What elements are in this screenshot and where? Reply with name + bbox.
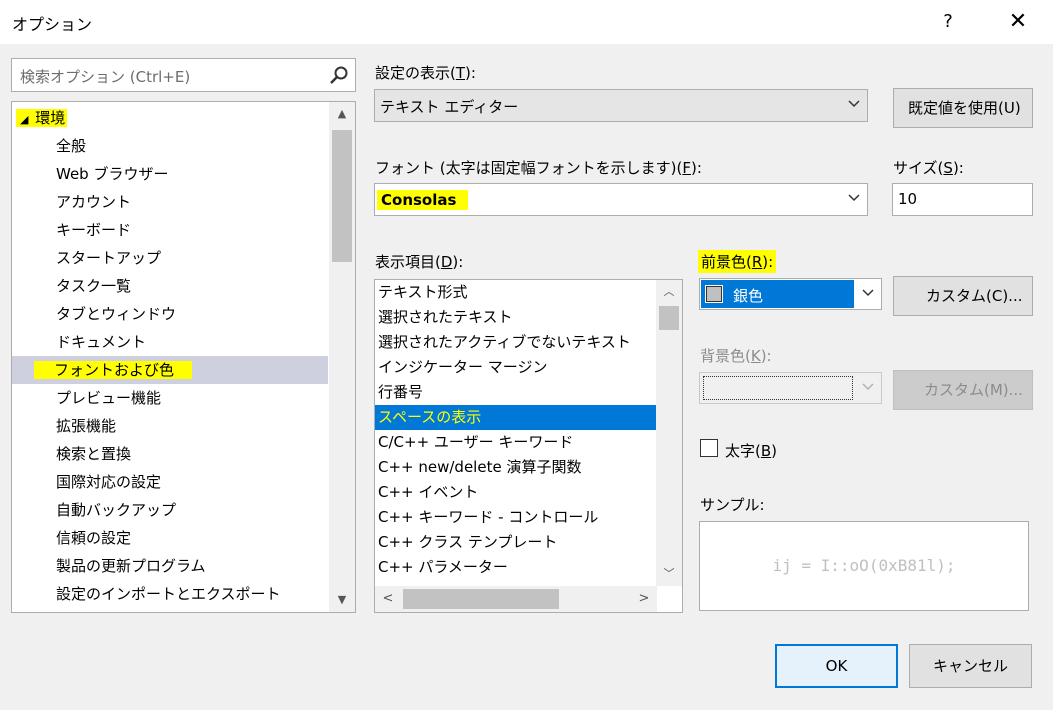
list-item[interactable]: C++ new/delete 演算子関数	[375, 455, 657, 480]
size-dropdown[interactable]: 10	[892, 183, 1033, 216]
tree-item[interactable]: 設定のインポートとエクスポート	[54, 580, 355, 608]
help-button[interactable]: ?	[936, 8, 960, 36]
foreground-color-dropdown[interactable]: 銀色	[699, 278, 882, 310]
display-items-label: 表示項目(D):	[375, 253, 464, 271]
chevron-down-icon	[862, 289, 874, 297]
scrollbar-thumb[interactable]	[659, 306, 679, 330]
list-item[interactable]: C++ クラス テンプレート	[375, 530, 657, 555]
font-label: フォント (太字は固定幅フォントを示します)(F):	[375, 159, 702, 177]
settings-for-value: テキスト エディター	[380, 98, 519, 116]
scroll-down-arrow-icon[interactable]: ﹀	[656, 562, 682, 586]
size-value: 10	[898, 190, 918, 208]
tree-item[interactable]: 全般	[54, 132, 355, 160]
close-button[interactable]: ✕	[1004, 8, 1032, 36]
foreground-label: 前景色(R):	[698, 250, 777, 273]
scroll-left-arrow-icon[interactable]: <	[375, 586, 401, 612]
cancel-button[interactable]: キャンセル	[909, 644, 1032, 688]
ok-button[interactable]: OK	[775, 644, 898, 688]
window-title: オプション	[12, 15, 93, 34]
scroll-up-arrow-icon[interactable]: ▲	[329, 102, 355, 126]
scrollbar-thumb[interactable]	[403, 589, 559, 609]
background-custom-button[interactable]: カスタム(M)...	[893, 370, 1033, 410]
sample-text: ij = I::oO(0xB81l);	[772, 556, 956, 575]
tree-item[interactable]: 国際対応の設定	[54, 468, 355, 496]
list-item[interactable]: 選択されたテキスト	[375, 305, 657, 330]
scrollbar-thumb[interactable]	[332, 130, 352, 262]
font-dropdown[interactable]: Consolas	[374, 183, 868, 216]
scroll-down-arrow-icon[interactable]: ▼	[329, 588, 355, 612]
title-bar: オプション ? ✕	[0, 0, 1053, 44]
search-placeholder: 検索オプション (Ctrl+E)	[20, 68, 191, 86]
list-vertical-scrollbar[interactable]: ︿ ﹀	[656, 280, 682, 586]
settings-for-dropdown[interactable]: テキスト エディター	[374, 89, 868, 122]
tree-item[interactable]: キーボード	[54, 216, 355, 244]
font-value: Consolas	[377, 190, 469, 210]
tree-item[interactable]: アカウント	[54, 188, 355, 216]
tree-item[interactable]: 信頼の設定	[54, 524, 355, 552]
display-items-list[interactable]: テキスト形式 選択されたテキスト 選択されたアクティブでないテキスト インジケー…	[374, 279, 683, 613]
tree-item[interactable]: 自動バックアップ	[54, 496, 355, 524]
use-defaults-button[interactable]: 既定値を使用(U)	[893, 88, 1033, 128]
bold-label: 太字(B)	[725, 442, 778, 460]
search-input[interactable]: 検索オプション (Ctrl+E)	[11, 58, 356, 92]
scroll-right-arrow-icon[interactable]: >	[631, 586, 657, 612]
list-item[interactable]: C/C++ ユーザー キーワード	[375, 430, 657, 455]
tree-scrollbar[interactable]: ▲ ▼	[329, 102, 355, 612]
chevron-down-icon	[862, 383, 874, 391]
background-color-dropdown[interactable]	[699, 372, 882, 404]
tree-item[interactable]: Web ブラウザー	[54, 160, 355, 188]
list-item-selected[interactable]: スペースの表示	[375, 405, 657, 430]
size-label: サイズ(S):	[893, 159, 964, 177]
settings-for-label: 設定の表示(T):	[375, 64, 476, 82]
foreground-selection: 銀色	[701, 280, 854, 308]
chevron-down-icon	[848, 100, 860, 108]
tree-item[interactable]: 製品の更新プログラム	[54, 552, 355, 580]
options-tree[interactable]: ◢ 環境 全般 Web ブラウザー アカウント キーボード スタートアップ タス…	[11, 101, 356, 613]
list-item[interactable]: 選択されたアクティブでないテキスト	[375, 330, 657, 355]
bold-checkbox[interactable]	[700, 439, 718, 457]
list-item[interactable]: 行番号	[375, 380, 657, 405]
tree-item[interactable]: ドキュメント	[54, 328, 355, 356]
search-icon[interactable]	[329, 65, 349, 85]
sample-label: サンプル:	[700, 496, 765, 514]
foreground-custom-button[interactable]: カスタム(C)...	[893, 276, 1033, 316]
tree-item[interactable]: 検索と置換	[54, 440, 355, 468]
scroll-up-arrow-icon[interactable]: ︿	[656, 280, 682, 304]
tree-item[interactable]: プレビュー機能	[54, 384, 355, 412]
list-item[interactable]: C++ イベント	[375, 480, 657, 505]
background-label: 背景色(K):	[700, 347, 772, 365]
foreground-value: 銀色	[733, 287, 764, 305]
list-item[interactable]: C++ パラメーター	[375, 555, 657, 580]
tree-item[interactable]: タブとウィンドウ	[54, 300, 355, 328]
tree-item[interactable]: 拡張機能	[54, 412, 355, 440]
tree-node-environment[interactable]: ◢ 環境	[16, 104, 332, 132]
tree-item-selected[interactable]: フォントおよび色	[12, 356, 328, 384]
list-item[interactable]: インジケーター マージン	[375, 355, 657, 380]
focus-rect	[703, 376, 853, 400]
list-item[interactable]: C++ キーワード - コントロール	[375, 505, 657, 530]
tree-item[interactable]: スタートアップ	[54, 244, 355, 272]
chevron-down-icon	[848, 194, 860, 202]
list-item[interactable]: テキスト形式	[375, 280, 657, 305]
sample-preview: ij = I::oO(0xB81l);	[699, 521, 1029, 611]
color-swatch	[705, 285, 723, 303]
tree-item[interactable]: タスク一覧	[54, 272, 355, 300]
list-horizontal-scrollbar[interactable]: < >	[375, 586, 657, 612]
collapse-triangle-icon[interactable]: ◢	[18, 113, 30, 126]
